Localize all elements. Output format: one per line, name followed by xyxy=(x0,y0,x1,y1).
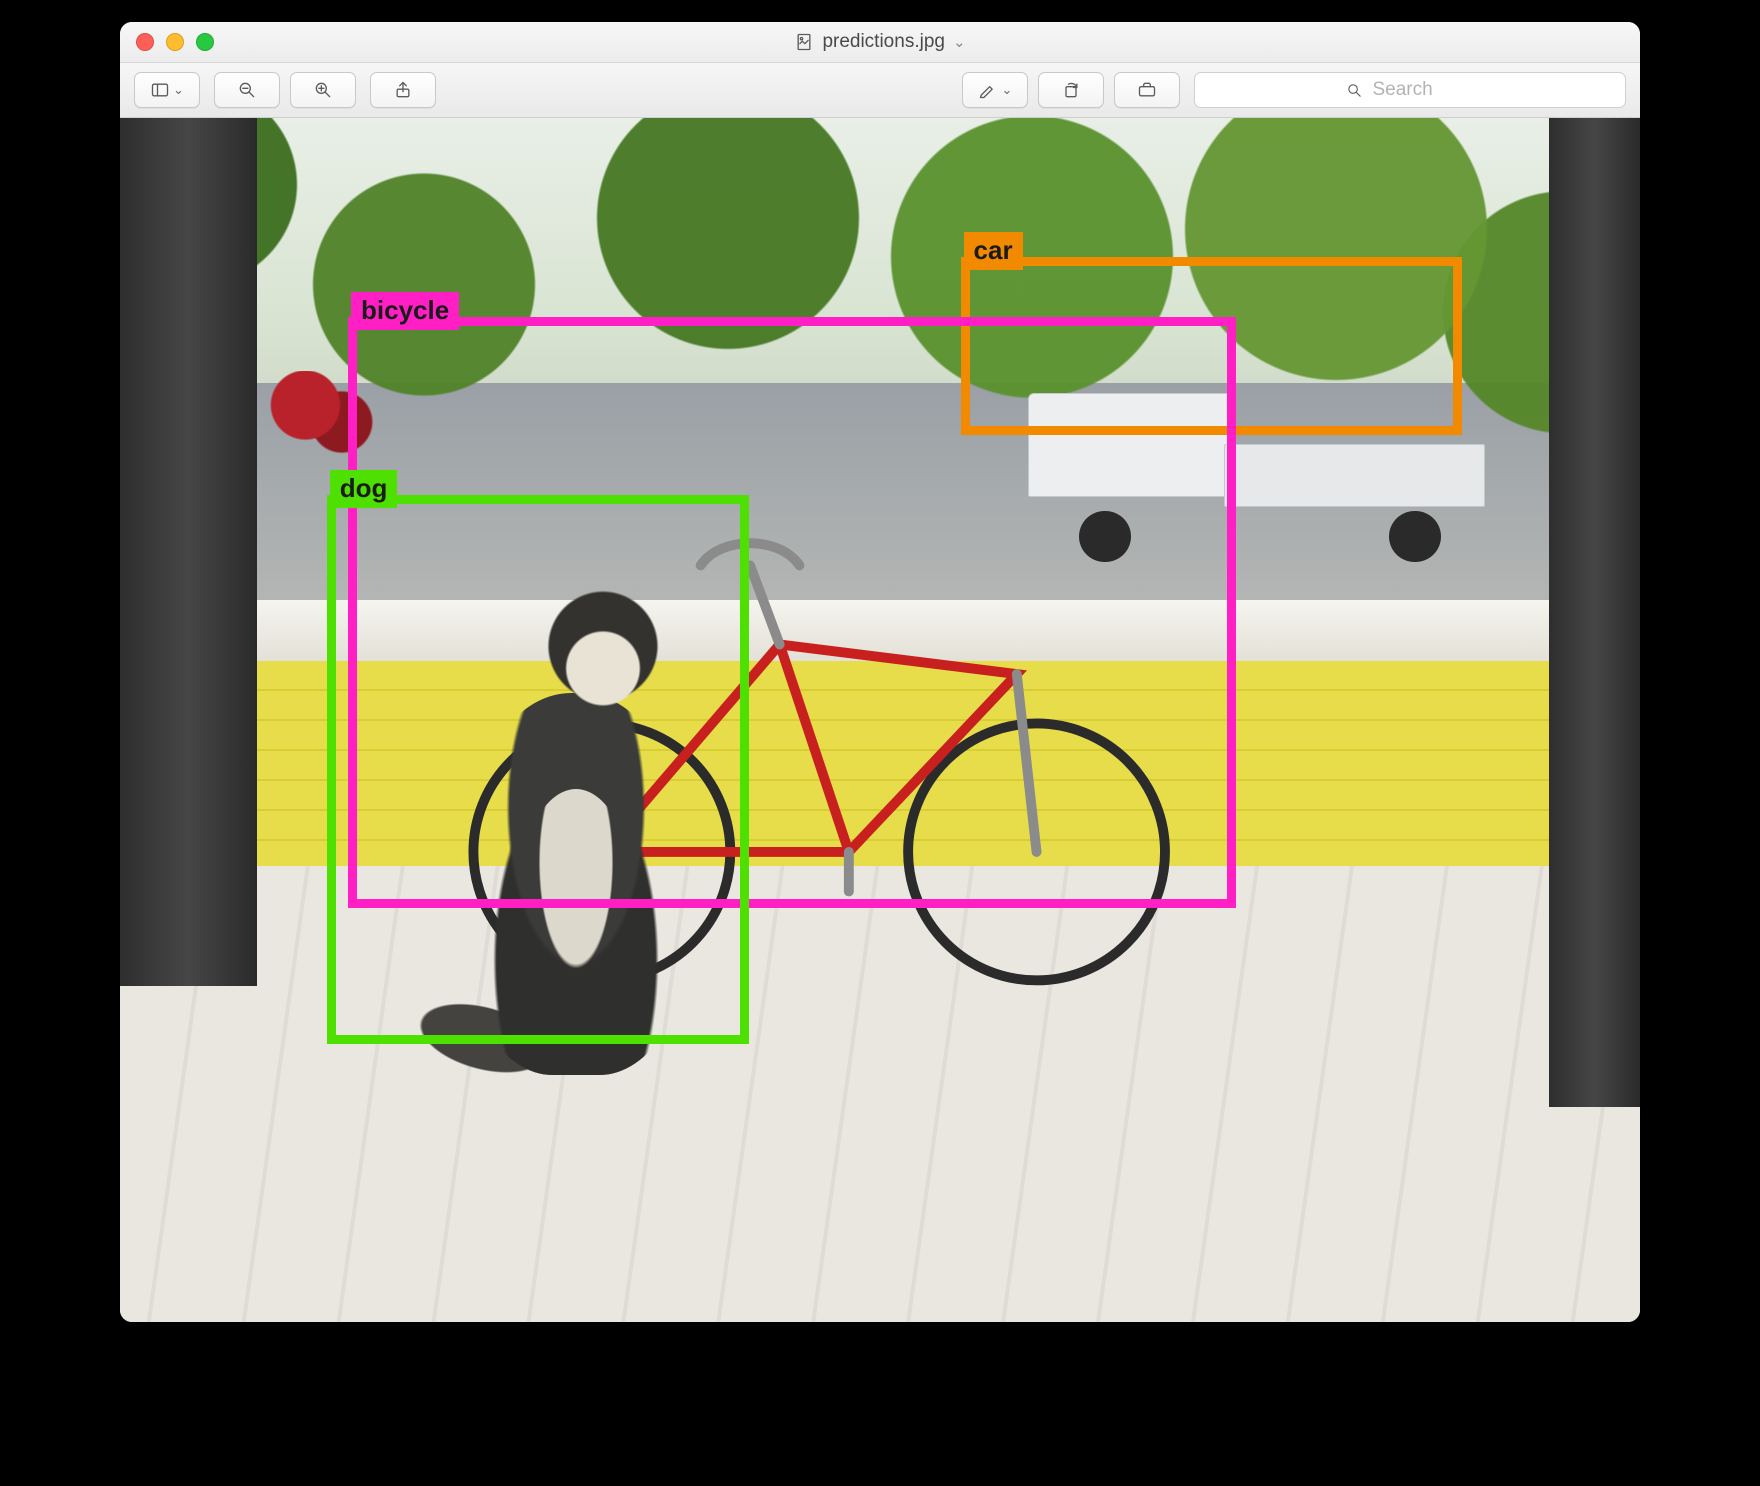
detection-label: dog xyxy=(330,470,398,508)
file-type-icon xyxy=(794,32,814,52)
detection-label: car xyxy=(964,232,1023,270)
zoom-icon[interactable] xyxy=(196,33,214,51)
detection-box-dog: dog xyxy=(327,495,750,1044)
search-field[interactable] xyxy=(1194,72,1626,108)
edit-toolbar-button[interactable] xyxy=(1114,72,1180,108)
detection-label: bicycle xyxy=(351,292,459,330)
preview-window: predictions.jpg ⌄ ⌄ xyxy=(120,22,1640,1322)
rotate-button[interactable] xyxy=(1038,72,1104,108)
search-input[interactable] xyxy=(1371,78,1475,102)
chevron-down-icon: ⌄ xyxy=(173,82,184,98)
titlebar[interactable]: predictions.jpg ⌄ xyxy=(120,22,1640,63)
sidebar-toggle-button[interactable]: ⌄ xyxy=(134,72,200,108)
toolbar: ⌄ xyxy=(120,63,1640,118)
share-button[interactable] xyxy=(370,72,436,108)
image-viewport[interactable]: car bicycle dog xyxy=(120,118,1640,1322)
minimize-icon[interactable] xyxy=(166,33,184,51)
zoom-in-button[interactable] xyxy=(290,72,356,108)
chevron-down-icon: ⌄ xyxy=(1002,82,1013,98)
window-title: predictions.jpg ⌄ xyxy=(120,31,1640,53)
search-icon xyxy=(1346,82,1363,99)
window-title-text: predictions.jpg xyxy=(822,31,945,53)
markup-button[interactable]: ⌄ xyxy=(962,72,1028,108)
zoom-out-button[interactable] xyxy=(214,72,280,108)
title-dropdown-icon[interactable]: ⌄ xyxy=(953,33,966,51)
window-controls xyxy=(120,33,214,51)
close-icon[interactable] xyxy=(136,33,154,51)
